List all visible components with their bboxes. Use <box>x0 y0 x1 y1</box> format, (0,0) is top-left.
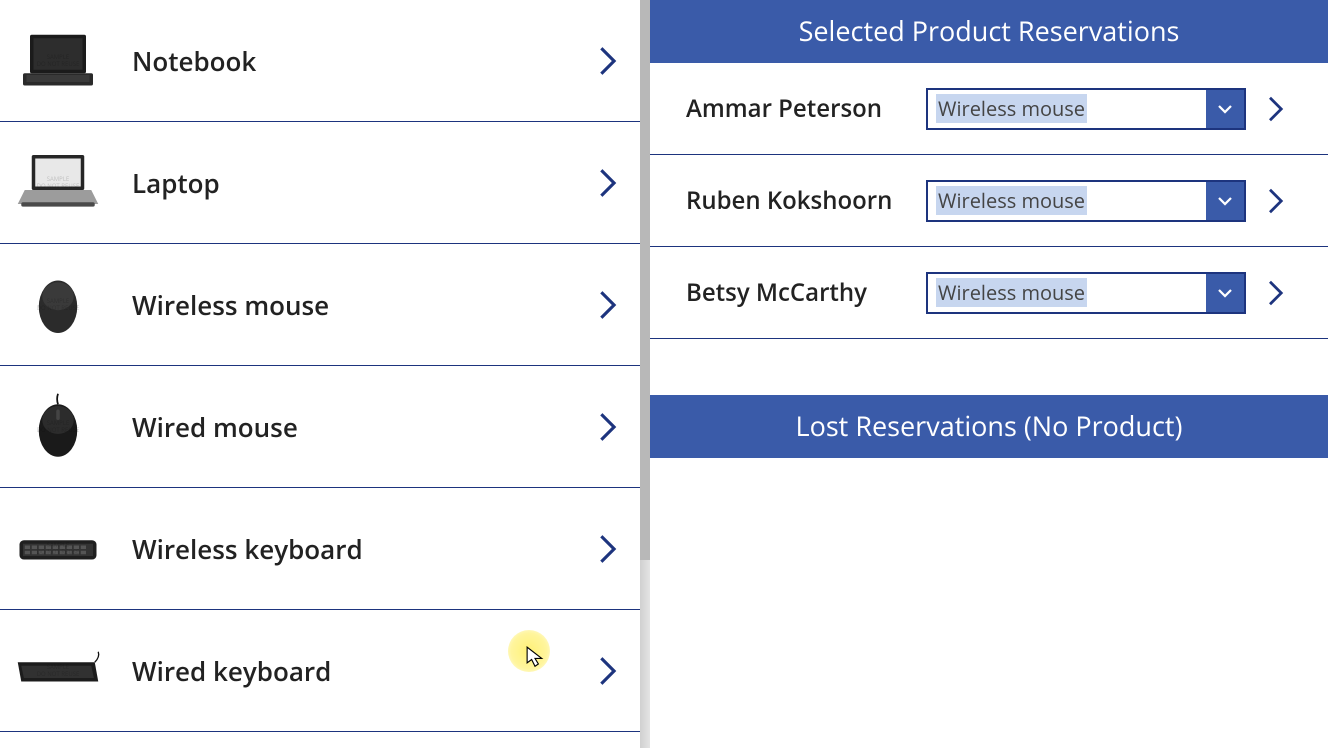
chevron-right-icon <box>590 44 624 78</box>
reservation-product-select[interactable]: Wireless mouse <box>926 88 1246 130</box>
product-thumb-notebook: SAMPLEDO NOT REUSE <box>8 21 108 101</box>
chevron-down-icon <box>1206 182 1244 220</box>
product-label: Wired keyboard <box>108 653 590 689</box>
product-row-laptop[interactable]: SAMPLEDO NOT REUSE Laptop <box>0 122 640 244</box>
product-thumb-wireless-keyboard: SAMPLEDO NOT REUSE <box>8 509 108 589</box>
product-list-panel: SAMPLEDO NOT REUSE Notebook SAMPLEDO NOT… <box>0 0 640 748</box>
product-label: Laptop <box>108 165 590 201</box>
chevron-right-icon[interactable] <box>1260 186 1290 216</box>
chevron-right-icon <box>590 654 624 688</box>
reservation-name: Betsy McCarthy <box>686 276 926 309</box>
product-label: Notebook <box>108 43 590 79</box>
reservations-panel: Selected Product Reservations Ammar Pete… <box>650 0 1328 748</box>
product-label: Wireless keyboard <box>108 531 590 567</box>
reservation-row: Betsy McCarthy Wireless mouse <box>650 247 1328 339</box>
product-thumb-wired-keyboard: SAMPLEDO NOT REUSE <box>8 631 108 711</box>
app-root: SAMPLEDO NOT REUSE Notebook SAMPLEDO NOT… <box>0 0 1328 748</box>
reservation-product-select[interactable]: Wireless mouse <box>926 272 1246 314</box>
select-value: Wireless mouse <box>928 187 1206 214</box>
product-thumb-wired-mouse: SAMPLEDO NOT REUSE <box>8 387 108 467</box>
select-value: Wireless mouse <box>928 279 1206 306</box>
lost-reservations-header: Lost Reservations (No Product) <box>650 395 1328 458</box>
scrollbar-thumb[interactable] <box>640 0 650 560</box>
chevron-right-icon <box>590 288 624 322</box>
select-value: Wireless mouse <box>928 95 1206 122</box>
product-thumb-laptop: SAMPLEDO NOT REUSE <box>8 143 108 223</box>
reservation-row: Ammar Peterson Wireless mouse <box>650 63 1328 155</box>
chevron-right-icon[interactable] <box>1260 94 1290 124</box>
product-row-wired-keyboard[interactable]: SAMPLEDO NOT REUSE Wired keyboard <box>0 610 640 732</box>
selected-reservations-header: Selected Product Reservations <box>650 0 1328 63</box>
reservation-name: Ruben Kokshoorn <box>686 184 926 217</box>
chevron-right-icon[interactable] <box>1260 278 1290 308</box>
reservation-row: Ruben Kokshoorn Wireless mouse <box>650 155 1328 247</box>
product-row-notebook[interactable]: SAMPLEDO NOT REUSE Notebook <box>0 0 640 122</box>
spacer <box>650 339 1328 395</box>
chevron-right-icon <box>590 166 624 200</box>
chevron-down-icon <box>1206 274 1244 312</box>
reservation-name: Ammar Peterson <box>686 92 926 125</box>
product-thumb-wireless-mouse: SAMPLEDO NOT REUSE <box>8 265 108 345</box>
reservation-product-select[interactable]: Wireless mouse <box>926 180 1246 222</box>
product-row-wired-mouse[interactable]: SAMPLEDO NOT REUSE Wired mouse <box>0 366 640 488</box>
chevron-down-icon <box>1206 90 1244 128</box>
scrollbar[interactable] <box>640 0 650 748</box>
product-label: Wireless mouse <box>108 287 590 323</box>
product-label: Wired mouse <box>108 409 590 445</box>
product-row-wireless-keyboard[interactable]: SAMPLEDO NOT REUSE Wireless keyboard <box>0 488 640 610</box>
chevron-right-icon <box>590 532 624 566</box>
product-row-wireless-mouse[interactable]: SAMPLEDO NOT REUSE Wireless mouse <box>0 244 640 366</box>
chevron-right-icon <box>590 410 624 444</box>
